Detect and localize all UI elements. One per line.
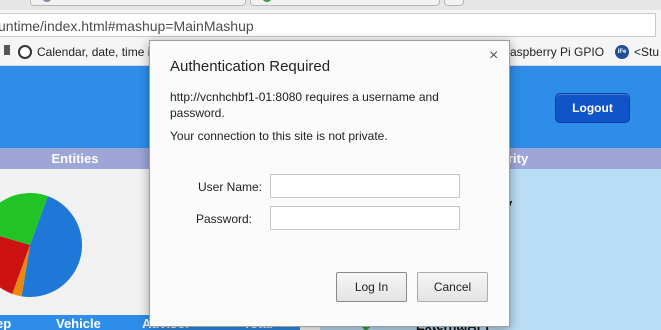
bookmark-item-stu[interactable]: iFe <Stu: [615, 45, 659, 59]
bookmark-item-raspberry-pi[interactable]: aspberry Pi GPIO: [510, 45, 604, 59]
entities-panel: Entities: [0, 148, 150, 330]
login-button[interactable]: Log In: [336, 272, 407, 302]
browser-tab[interactable]: [30, 0, 246, 6]
close-icon[interactable]: ×: [489, 48, 498, 64]
password-field[interactable]: [270, 206, 460, 230]
entities-panel-title: Entities: [0, 148, 150, 169]
url-field[interactable]: untime/index.html#mashup=MainMashup: [0, 13, 656, 37]
bookmark-label: Calendar, date, time i: [37, 45, 151, 59]
bookmark-item-calendar[interactable]: Calendar, date, time i: [18, 45, 150, 59]
address-bar: untime/index.html#mashup=MainMashup: [0, 10, 661, 40]
password-label: Password:: [195, 212, 252, 226]
logout-button[interactable]: Logout: [555, 93, 630, 123]
new-tab-button[interactable]: [444, 0, 464, 6]
bookmark-label: <Stu: [634, 45, 660, 59]
dialog-message: http://vcnhchbf1-01:8080 requires a user…: [170, 90, 439, 120]
entities-pie-chart: [0, 193, 83, 297]
apps-grid-icon: [4, 45, 10, 55]
bookmark-label: aspberry Pi GPIO: [510, 45, 605, 59]
auth-dialog: Authentication Required × http://vcnhchb…: [149, 40, 510, 327]
username-field[interactable]: [270, 174, 460, 198]
bookmark-icon: iFe: [615, 45, 629, 59]
dialog-privacy-warning: Your connection to this site is not priv…: [170, 129, 388, 143]
browser-tab-strip: [0, 0, 661, 10]
cancel-button[interactable]: Cancel: [417, 272, 488, 302]
tab-favicon-icon: [263, 0, 271, 2]
dialog-title: Authentication Required: [170, 58, 331, 75]
calendar-icon: [18, 45, 32, 59]
url-text: untime/index.html#mashup=MainMashup: [0, 18, 254, 34]
browser-tab[interactable]: [250, 0, 440, 6]
bookmarks-apps-partial[interactable]: [4, 45, 10, 55]
table-header-cell[interactable]: Vehicle: [56, 316, 101, 330]
table-header-cell[interactable]: ер: [0, 316, 11, 330]
tab-favicon-icon: [43, 0, 51, 2]
username-label: User Name:: [197, 180, 262, 194]
